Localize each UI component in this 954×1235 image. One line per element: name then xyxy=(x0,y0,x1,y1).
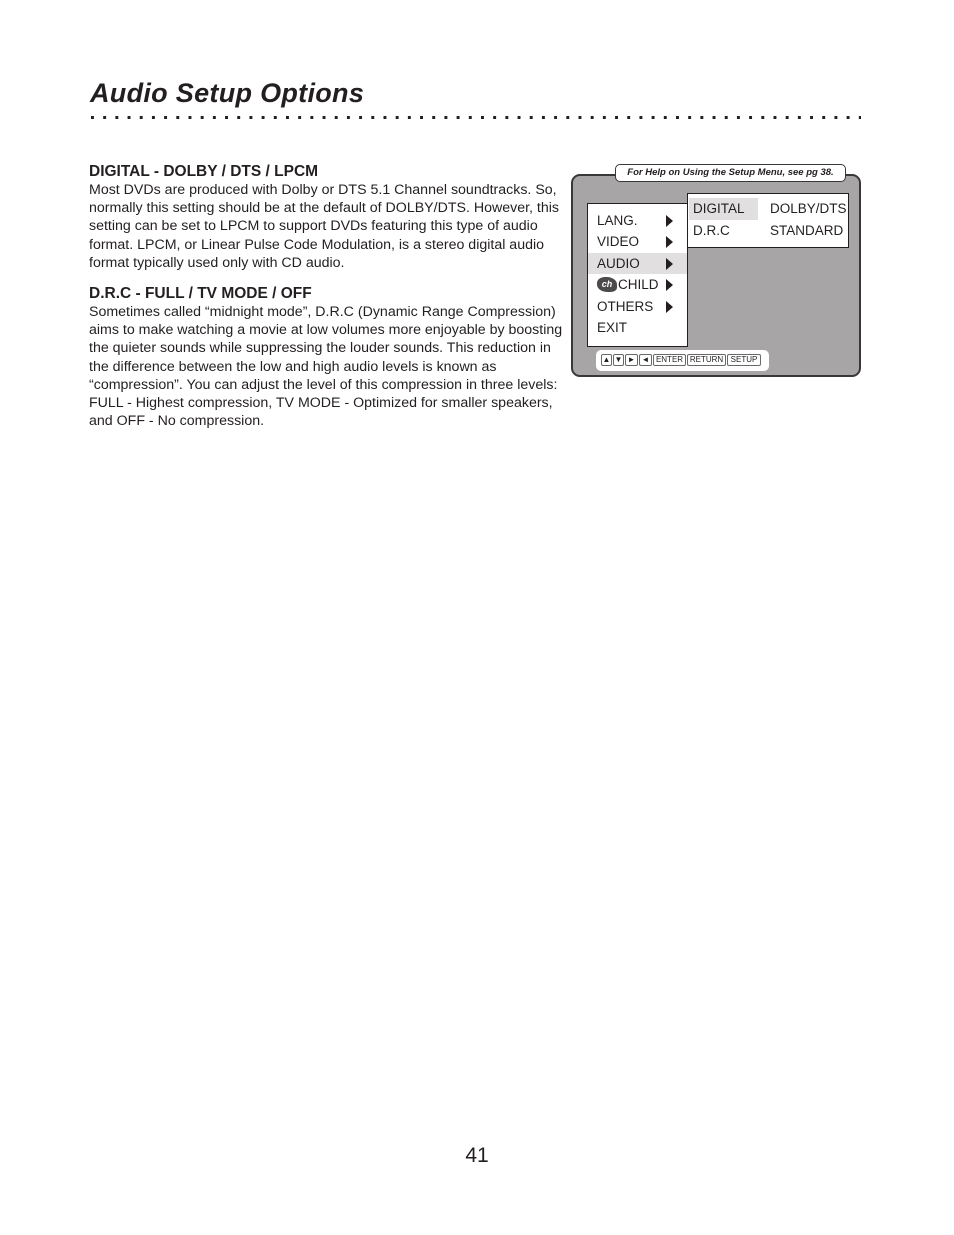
section-digital: DIGITAL - DOLBY / DTS / LPCM Most DVDs a… xyxy=(89,163,564,272)
menu-item-child[interactable]: ch CHILD xyxy=(588,274,687,295)
right-key-icon: ► xyxy=(625,354,638,366)
audio-submenu: DIGITAL DOLBY/DTS D.R.C STANDARD xyxy=(687,193,849,248)
section-body: Sometimes called “midnight mode”, D.R.C … xyxy=(89,304,563,430)
menu-item-exit[interactable]: EXIT xyxy=(588,317,687,338)
down-key-icon: ▼ xyxy=(613,354,624,366)
section-heading: DIGITAL - DOLBY / DTS / LPCM xyxy=(89,163,319,180)
setup-key: SETUP xyxy=(727,354,761,366)
submenu-option: D.R.C xyxy=(693,223,730,238)
child-lock-icon: ch xyxy=(597,277,617,292)
menu-item-label: LANG. xyxy=(597,213,638,228)
menu-item-lang[interactable]: LANG. xyxy=(588,210,687,231)
arrow-right-icon xyxy=(666,301,673,313)
arrow-right-icon xyxy=(666,258,673,270)
remote-key-legend: ▲ ▼ ► ◄ ENTER RETURN SETUP xyxy=(596,350,769,371)
arrow-right-icon xyxy=(666,279,673,291)
main-menu: LANG. VIDEO AUDIO ch CHILD OTHERS EXIT xyxy=(587,203,688,347)
page-number: 41 xyxy=(465,1144,489,1167)
left-key-icon: ◄ xyxy=(639,354,652,366)
submenu-value: STANDARD xyxy=(770,223,844,238)
arrow-right-icon xyxy=(666,215,673,227)
submenu-option: DIGITAL xyxy=(693,201,745,216)
help-note: For Help on Using the Setup Menu, see pg… xyxy=(615,164,846,182)
menu-item-label: AUDIO xyxy=(597,256,640,271)
menu-item-video[interactable]: VIDEO xyxy=(588,231,687,252)
menu-item-label: VIDEO xyxy=(597,234,640,249)
menu-item-label: EXIT xyxy=(597,320,628,335)
section-body: Most DVDs are produced with Dolby or DTS… xyxy=(89,182,559,271)
page-title: Audio Setup Options xyxy=(90,78,365,108)
submenu-value: DOLBY/DTS xyxy=(770,201,847,216)
dotted-divider xyxy=(91,116,861,120)
section-heading: D.R.C - FULL / TV MODE / OFF xyxy=(89,285,312,302)
up-key-icon: ▲ xyxy=(601,354,612,366)
return-key: RETURN xyxy=(687,354,726,366)
enter-key: ENTER xyxy=(653,354,686,366)
submenu-row-digital[interactable]: DIGITAL DOLBY/DTS xyxy=(688,198,848,220)
menu-item-others[interactable]: OTHERS xyxy=(588,296,687,317)
arrow-right-icon xyxy=(666,236,673,248)
menu-item-label: OTHERS xyxy=(597,299,654,314)
submenu-row-drc[interactable]: D.R.C STANDARD xyxy=(688,220,848,242)
section-drc: D.R.C - FULL / TV MODE / OFF Sometimes c… xyxy=(89,285,564,430)
menu-item-audio[interactable]: AUDIO xyxy=(588,253,687,274)
menu-item-label: CHILD xyxy=(618,277,659,292)
